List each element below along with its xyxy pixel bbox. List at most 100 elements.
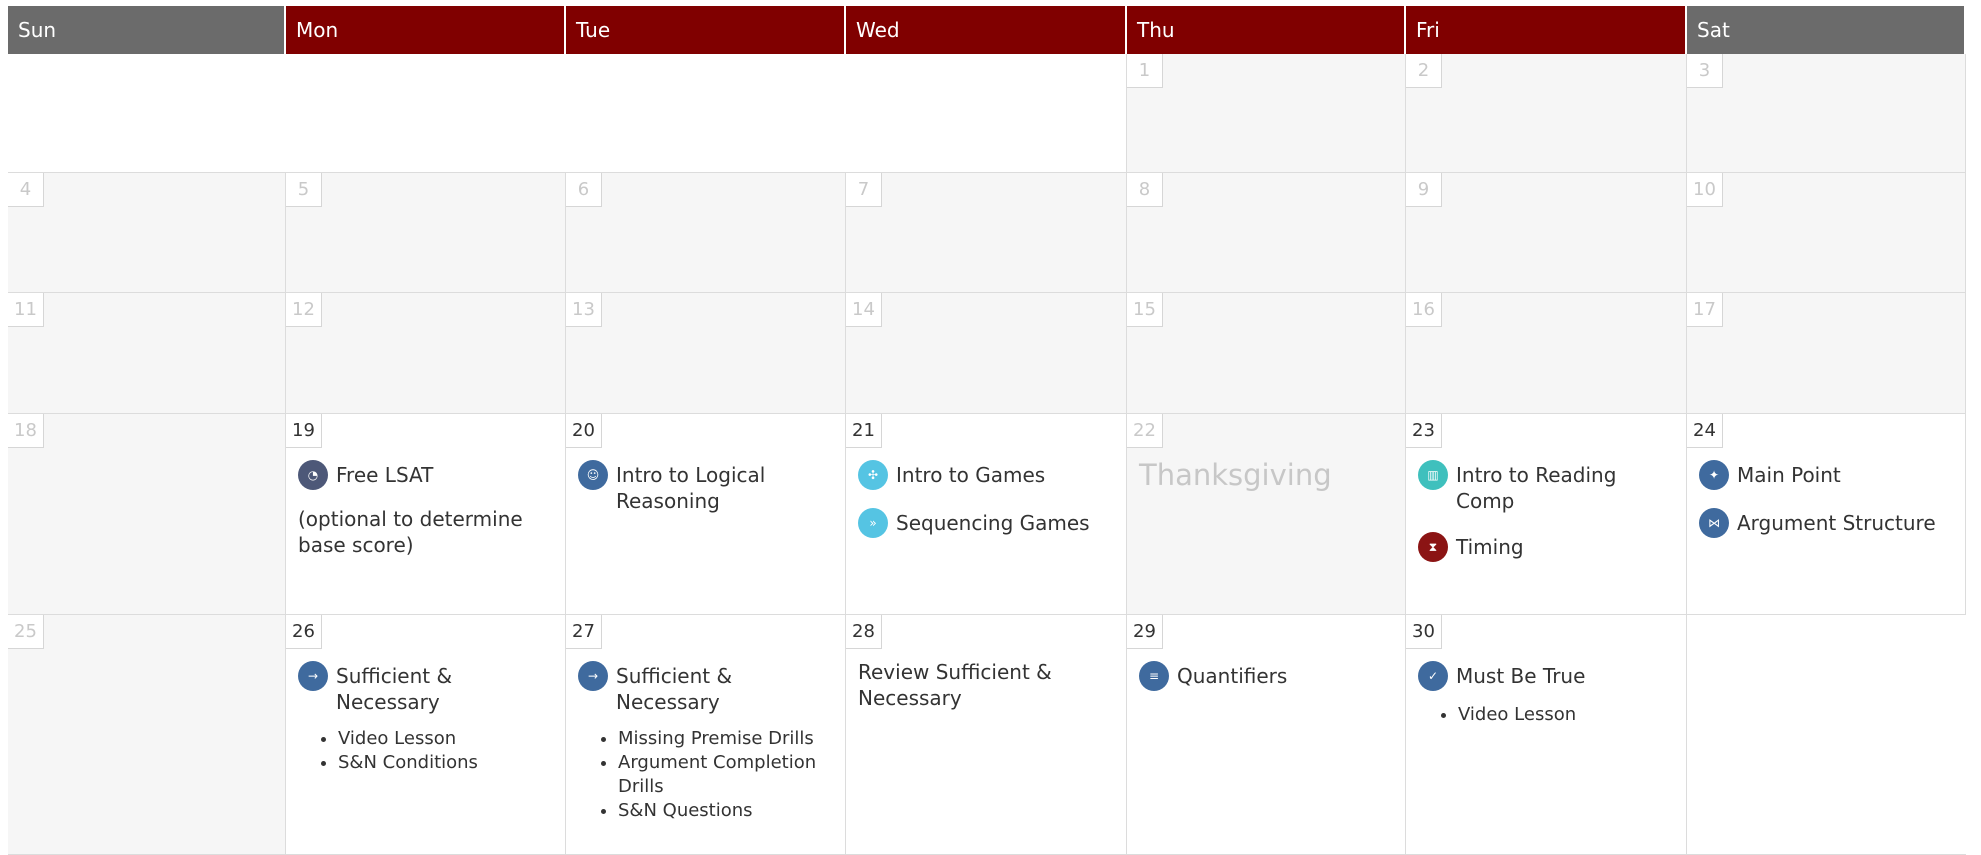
day-cell-21[interactable]: 21 ✣ Intro to Games » Sequencing Games <box>846 414 1127 615</box>
lesson-item[interactable]: ✣ Intro to Games <box>858 460 1118 490</box>
structure-icon: ⋈ <box>1699 508 1729 538</box>
day-cell-13[interactable]: 13 <box>566 293 846 414</box>
day-cell-7[interactable]: 7 <box>846 173 1127 293</box>
lesson-label: Sufficient & Necessary <box>616 664 733 714</box>
lightbulb-icon: ✦ <box>1699 460 1729 490</box>
day-cell-3[interactable]: 3 <box>1687 54 1966 173</box>
day-content: ◔ Free LSAT (optional to determine base sc… <box>298 460 557 558</box>
lesson-label: Quantifiers <box>1177 664 1288 688</box>
day-cell-1[interactable]: 1 <box>1127 54 1406 173</box>
bullet-item: Video Lesson <box>1458 703 1678 727</box>
day-number: 12 <box>286 293 322 327</box>
day-cell-26[interactable]: 26 → Sufficient & Necessary Video LessonS&N… <box>286 615 566 855</box>
day-cell-11[interactable]: 11 <box>8 293 286 414</box>
day-number: 3 <box>1687 54 1723 88</box>
day-number: 20 <box>566 414 602 448</box>
lesson-item[interactable]: ≡ Quantifiers <box>1139 661 1397 691</box>
day-content: ✦ Main Point ⋈ Argument Structure <box>1699 460 1957 558</box>
day-number: 10 <box>1687 173 1723 207</box>
lesson-label: Timing <box>1456 535 1524 559</box>
day-number: 23 <box>1406 414 1442 448</box>
bullet-item: Argument Completion Drills <box>618 751 837 799</box>
lesson-note: Review Sufficient & Necessary <box>858 660 1052 710</box>
lesson-item[interactable]: » Sequencing Games <box>858 508 1118 538</box>
lesson-item[interactable]: ◔ Free LSAT <box>298 460 557 490</box>
header-fri: Fri <box>1406 6 1687 54</box>
day-number: 24 <box>1687 414 1723 448</box>
lesson-item[interactable]: ☺ Intro to Logical Reasoning <box>578 460 837 514</box>
day-number: 11 <box>8 293 44 327</box>
day-cell-30[interactable]: 30 ✓ Must Be True Video Lesson <box>1406 615 1687 855</box>
day-cell-20[interactable]: 20 ☺ Intro to Logical Reasoning <box>566 414 846 615</box>
head-icon: ☺ <box>578 460 608 490</box>
day-cell-19[interactable]: 19 ◔ Free LSAT (optional to determine base … <box>286 414 566 615</box>
day-number: 13 <box>566 293 602 327</box>
day-number: 28 <box>846 615 882 649</box>
day-cell-empty <box>8 54 286 173</box>
day-cell-empty <box>286 54 566 173</box>
header-sat: Sat <box>1687 6 1966 54</box>
day-cell-18[interactable]: 18 <box>8 414 286 615</box>
day-cell-22[interactable]: 22 Thanksgiving <box>1127 414 1406 615</box>
day-cell-24[interactable]: 24 ✦ Main Point ⋈ Argument Structure <box>1687 414 1966 615</box>
day-cell-8[interactable]: 8 <box>1127 173 1406 293</box>
day-cell-28[interactable]: 28 Review Sufficient & Necessary <box>846 615 1127 855</box>
lesson-item[interactable]: ⋈ Argument Structure <box>1699 508 1957 538</box>
day-cell-15[interactable]: 15 <box>1127 293 1406 414</box>
day-number: 9 <box>1406 173 1442 207</box>
day-cell-16[interactable]: 16 <box>1406 293 1687 414</box>
lesson-note: (optional to determine base score) <box>298 507 523 557</box>
day-cell-4[interactable]: 4 <box>8 173 286 293</box>
day-number: 29 <box>1127 615 1163 649</box>
day-number: 5 <box>286 173 322 207</box>
day-number: 2 <box>1406 54 1442 88</box>
day-content: → Sufficient & Necessary Video LessonS&N C… <box>298 661 557 775</box>
day-cell-9[interactable]: 9 <box>1406 173 1687 293</box>
lesson-bullets: Video LessonS&N Conditions <box>298 727 557 775</box>
clock-icon: ◔ <box>298 460 328 490</box>
day-number: 16 <box>1406 293 1442 327</box>
header-sun: Sun <box>8 6 286 54</box>
lesson-item[interactable]: ⧗ Timing <box>1418 532 1678 562</box>
header-wed: Wed <box>846 6 1127 54</box>
day-cell-5[interactable]: 5 <box>286 173 566 293</box>
day-cell-27[interactable]: 27 → Sufficient & Necessary Missing Premise… <box>566 615 846 855</box>
lesson-label: Argument Structure <box>1737 511 1936 535</box>
day-cell-10[interactable]: 10 <box>1687 173 1966 293</box>
day-number: 19 <box>286 414 322 448</box>
book-icon: ▥ <box>1418 460 1448 490</box>
day-cell-6[interactable]: 6 <box>566 173 846 293</box>
day-cell-empty <box>1687 615 1966 855</box>
lesson-item[interactable]: → Sufficient & Necessary <box>298 661 557 715</box>
day-cell-empty <box>846 54 1127 173</box>
day-cell-empty <box>566 54 846 173</box>
quantifier-icon: ≡ <box>1139 661 1169 691</box>
day-cell-14[interactable]: 14 <box>846 293 1127 414</box>
puzzle-icon: ✣ <box>858 460 888 490</box>
lesson-label: Intro to Logical Reasoning <box>616 463 766 513</box>
day-number: 25 <box>8 615 44 649</box>
lesson-label: Sequencing Games <box>896 511 1090 535</box>
day-number: 7 <box>846 173 882 207</box>
day-cell-17[interactable]: 17 <box>1687 293 1966 414</box>
day-cell-23[interactable]: 23 ▥ Intro to Reading Comp ⧗ Timing <box>1406 414 1687 615</box>
day-cell-12[interactable]: 12 <box>286 293 566 414</box>
bullet-item: S&N Conditions <box>338 751 557 775</box>
day-cell-2[interactable]: 2 <box>1406 54 1687 173</box>
calendar: Sun Mon Tue Wed Thu Fri Sat 1 2 3 4 5 6 7 8 9 10 11 12 13 1… <box>8 6 1974 855</box>
lesson-label: Free LSAT <box>336 463 434 487</box>
lesson-item[interactable]: ✦ Main Point <box>1699 460 1957 490</box>
calendar-grid: 1 2 3 4 5 6 7 8 9 10 11 12 13 14 15 16 17 18 19 ◔ Free LSAT(… <box>8 54 1974 855</box>
lesson-item[interactable]: ▥ Intro to Reading Comp <box>1418 460 1678 514</box>
lesson-item[interactable]: ✓ Must Be True <box>1418 661 1678 691</box>
day-number: 14 <box>846 293 882 327</box>
day-content: → Sufficient & Necessary Missing Premise D… <box>578 661 837 823</box>
day-cell-25[interactable]: 25 <box>8 615 286 855</box>
day-content: Review Sufficient & Necessary <box>858 660 1118 711</box>
lesson-label: Must Be True <box>1456 664 1586 688</box>
day-number: 30 <box>1406 615 1442 649</box>
lesson-item[interactable]: → Sufficient & Necessary <box>578 661 837 715</box>
day-number: 22 <box>1127 414 1163 448</box>
day-content: ✣ Intro to Games » Sequencing Games <box>858 460 1118 558</box>
day-cell-29[interactable]: 29 ≡ Quantifiers <box>1127 615 1406 855</box>
